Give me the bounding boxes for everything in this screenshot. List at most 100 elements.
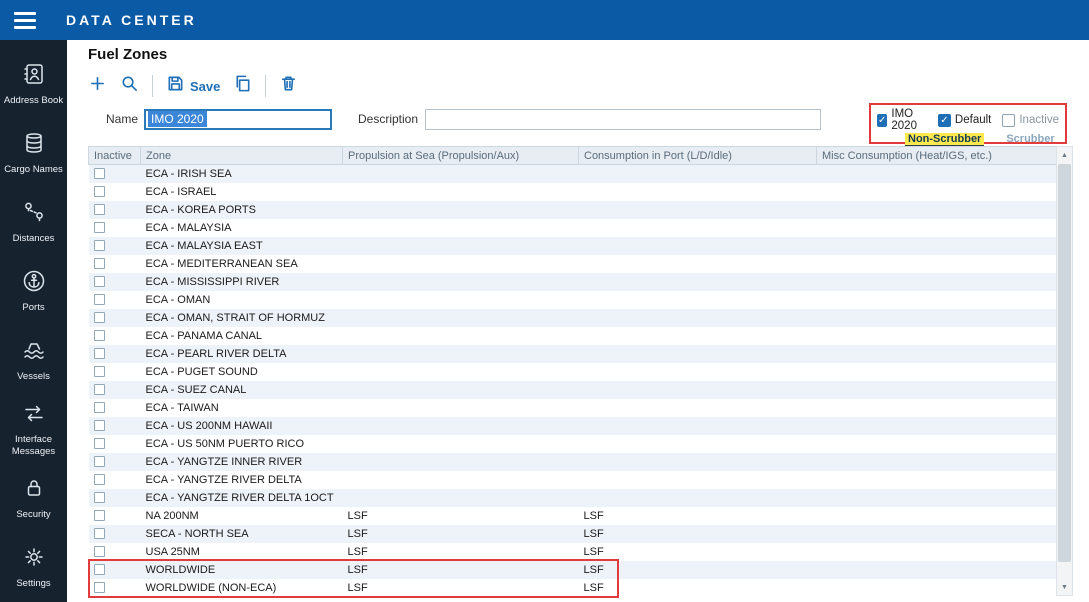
table-row[interactable]: ECA - YANGTZE RIVER DELTA (89, 471, 1057, 489)
sidebar-item-interface-messages[interactable]: Interface Messages (0, 395, 67, 464)
menu-icon[interactable] (14, 8, 54, 33)
row-inactive-cell (89, 255, 141, 273)
checkbox-icon (1002, 114, 1015, 127)
row-inactive-checkbox[interactable] (94, 402, 105, 413)
add-button[interactable] (88, 74, 107, 98)
imo-2020-checkbox[interactable]: ✓ IMO 2020 (877, 108, 927, 132)
row-inactive-checkbox[interactable] (94, 168, 105, 179)
row-zone-cell: ECA - PANAMA CANAL (141, 327, 343, 345)
inactive-checkbox[interactable]: Inactive (1002, 114, 1059, 127)
scroll-down-icon[interactable]: ▼ (1057, 579, 1072, 595)
row-inactive-checkbox[interactable] (94, 258, 105, 269)
row-inactive-checkbox[interactable] (94, 186, 105, 197)
table-row[interactable]: ECA - OMAN, STRAIT OF HORMUZ (89, 309, 1057, 327)
row-propulsion-cell: LSF (343, 507, 579, 525)
row-zone-cell: ECA - MISSISSIPPI RIVER (141, 273, 343, 291)
table-row[interactable]: ECA - PEARL RIVER DELTA (89, 345, 1057, 363)
table-row[interactable]: ECA - TAIWAN (89, 399, 1057, 417)
description-input[interactable] (425, 109, 821, 130)
scrollbar-thumb[interactable] (1058, 164, 1071, 562)
row-inactive-checkbox[interactable] (94, 366, 105, 377)
table-row[interactable]: ECA - MISSISSIPPI RIVER (89, 273, 1057, 291)
sidebar-item-vessels[interactable]: Vessels (0, 326, 67, 395)
table-row[interactable]: ECA - MALAYSIA EAST (89, 237, 1057, 255)
table-row[interactable]: WORLDWIDE LSF LSF (89, 561, 1057, 579)
table-row[interactable]: ECA - PUGET SOUND (89, 363, 1057, 381)
row-zone-cell: WORLDWIDE (141, 561, 343, 579)
row-consumption-cell (579, 345, 817, 363)
row-inactive-checkbox[interactable] (94, 294, 105, 305)
checkbox-icon: ✓ (938, 114, 951, 127)
table-row[interactable]: NA 200NM LSF LSF (89, 507, 1057, 525)
row-inactive-checkbox[interactable] (94, 330, 105, 341)
save-button[interactable]: Save (166, 74, 220, 98)
sidebar-item-address-book[interactable]: Address Book (0, 50, 67, 119)
sidebar-item-ports[interactable]: Ports (0, 257, 67, 326)
column-header-zone[interactable]: Zone (141, 147, 343, 165)
table-row[interactable]: ECA - SUEZ CANAL (89, 381, 1057, 399)
row-inactive-checkbox[interactable] (94, 564, 105, 575)
row-inactive-checkbox[interactable] (94, 582, 105, 593)
tab-non-scrubber[interactable]: Non-Scrubber (905, 133, 984, 147)
row-consumption-cell (579, 291, 817, 309)
row-inactive-checkbox[interactable] (94, 438, 105, 449)
sidebar-item-settings[interactable]: Settings (0, 533, 67, 602)
table-row[interactable]: ECA - MEDITERRANEAN SEA (89, 255, 1057, 273)
row-zone-cell: SECA - NORTH SEA (141, 525, 343, 543)
row-misc-cell (817, 381, 1057, 399)
row-inactive-checkbox[interactable] (94, 204, 105, 215)
table-row[interactable]: ECA - US 200NM HAWAII (89, 417, 1057, 435)
table-row[interactable]: ECA - IRISH SEA (89, 165, 1057, 183)
row-inactive-cell (89, 507, 141, 525)
delete-button[interactable] (279, 74, 298, 98)
vessels-icon (22, 338, 46, 367)
default-checkbox[interactable]: ✓ Default (938, 114, 991, 127)
search-icon (120, 74, 139, 98)
table-row[interactable]: ECA - US 50NM PUERTO RICO (89, 435, 1057, 453)
column-header-consumption[interactable]: Consumption in Port (L/D/Idle) (579, 147, 817, 165)
table-row[interactable]: ECA - ISRAEL (89, 183, 1057, 201)
table-row[interactable]: ECA - PANAMA CANAL (89, 327, 1057, 345)
row-inactive-checkbox[interactable] (94, 420, 105, 431)
row-inactive-checkbox[interactable] (94, 348, 105, 359)
name-input[interactable]: IMO 2020 (144, 109, 332, 130)
column-header-misc[interactable]: Misc Consumption (Heat/IGS, etc.) (817, 147, 1057, 165)
table-row[interactable]: ECA - MALAYSIA (89, 219, 1057, 237)
row-inactive-checkbox[interactable] (94, 384, 105, 395)
row-inactive-checkbox[interactable] (94, 456, 105, 467)
row-inactive-checkbox[interactable] (94, 312, 105, 323)
row-inactive-checkbox[interactable] (94, 546, 105, 557)
table-row[interactable]: USA 25NM LSF LSF (89, 543, 1057, 561)
table-row[interactable]: ECA - YANGTZE RIVER DELTA 1OCT (89, 489, 1057, 507)
name-input-value: IMO 2020 (148, 111, 207, 127)
settings-icon (22, 545, 46, 574)
row-inactive-checkbox[interactable] (94, 510, 105, 521)
table-row[interactable]: SECA - NORTH SEA LSF LSF (89, 525, 1057, 543)
search-button[interactable] (120, 74, 139, 98)
row-inactive-checkbox[interactable] (94, 474, 105, 485)
row-inactive-checkbox[interactable] (94, 492, 105, 503)
row-inactive-checkbox[interactable] (94, 240, 105, 251)
column-header-propulsion[interactable]: Propulsion at Sea (Propulsion/Aux) (343, 147, 579, 165)
row-propulsion-cell (343, 363, 579, 381)
row-inactive-checkbox[interactable] (94, 276, 105, 287)
sidebar-item-cargo-names[interactable]: Cargo Names (0, 119, 67, 188)
table-row[interactable]: ECA - OMAN (89, 291, 1057, 309)
row-zone-cell: ECA - PUGET SOUND (141, 363, 343, 381)
scroll-up-icon[interactable]: ▲ (1057, 147, 1072, 163)
row-inactive-checkbox[interactable] (94, 528, 105, 539)
row-misc-cell (817, 327, 1057, 345)
vertical-scrollbar[interactable]: ▲ ▼ (1056, 146, 1073, 596)
row-inactive-checkbox[interactable] (94, 222, 105, 233)
row-consumption-cell (579, 417, 817, 435)
sidebar-item-distances[interactable]: Distances (0, 188, 67, 257)
table-row[interactable]: ECA - KOREA PORTS (89, 201, 1057, 219)
scrubber-tabs: Non-Scrubber Scrubber (905, 133, 1059, 147)
sidebar-item-security[interactable]: Security (0, 464, 67, 533)
table-row[interactable]: WORLDWIDE (NON-ECA) LSF LSF (89, 579, 1057, 597)
tab-scrubber[interactable]: Scrubber (1006, 133, 1054, 147)
column-header-inactive[interactable]: Inactive (89, 147, 141, 165)
copy-button[interactable] (233, 74, 252, 98)
table-row[interactable]: ECA - YANGTZE INNER RIVER (89, 453, 1057, 471)
sidebar-item-label: Cargo Names (2, 164, 65, 176)
